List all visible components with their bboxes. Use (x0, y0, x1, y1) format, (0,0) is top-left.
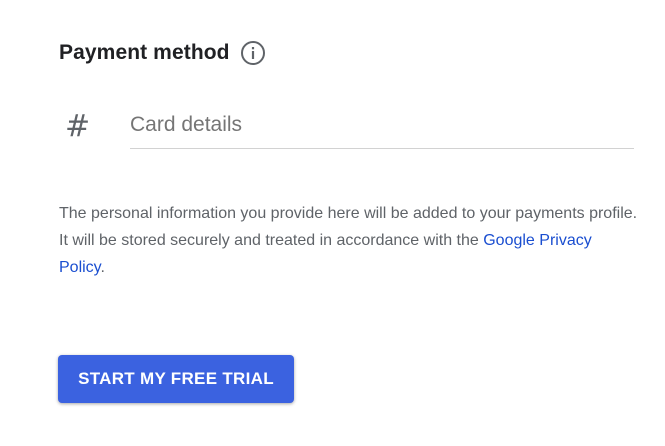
payment-method-header: Payment method (59, 38, 266, 68)
disclaimer-suffix: . (100, 259, 105, 276)
payment-method-panel: Payment method # The personal informatio… (0, 0, 665, 446)
card-details-input[interactable] (130, 104, 634, 146)
payment-method-title: Payment method (59, 41, 230, 64)
privacy-disclaimer: The personal information you provide her… (59, 200, 639, 281)
card-details-field (130, 104, 634, 149)
info-icon[interactable] (240, 40, 266, 66)
start-free-trial-button[interactable]: START MY FREE TRIAL (58, 355, 294, 403)
hash-icon: # (65, 109, 91, 144)
